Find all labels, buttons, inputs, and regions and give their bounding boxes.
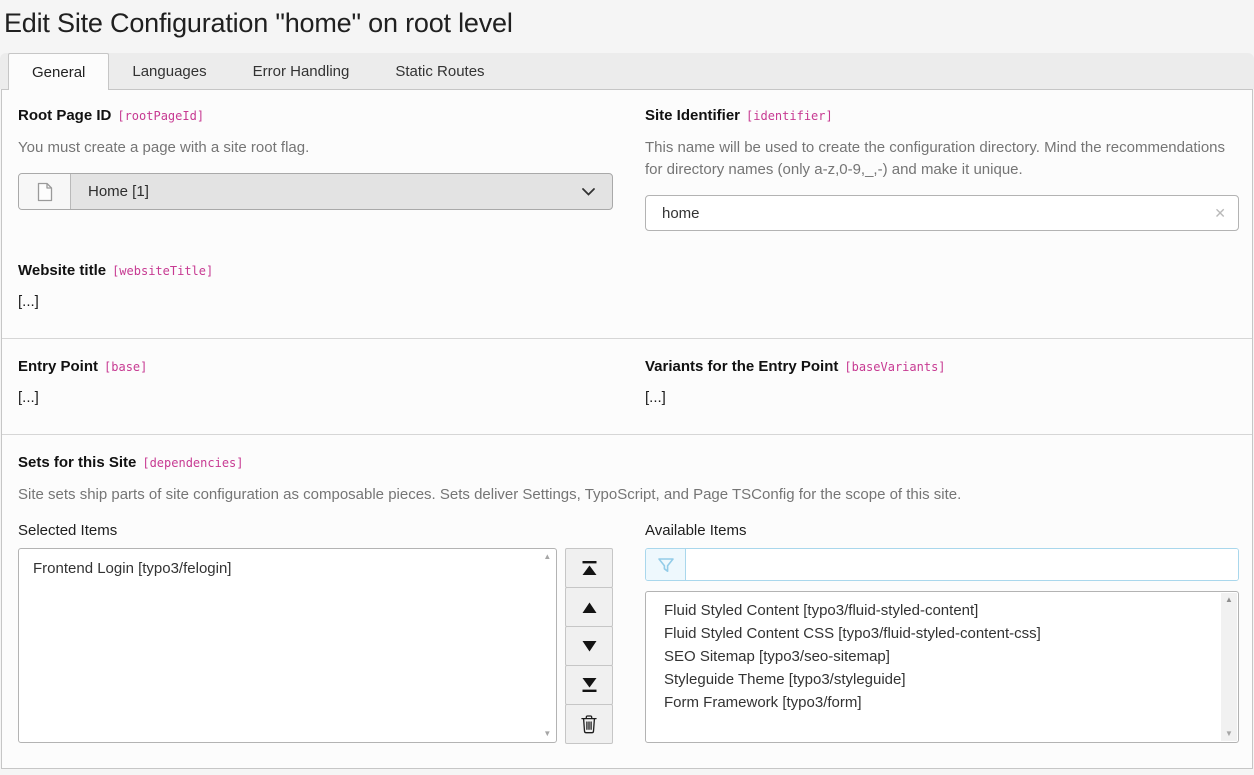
filter-funnel-icon <box>656 555 676 575</box>
selected-items-heading: Selected Items <box>18 520 613 542</box>
move-to-bottom-icon <box>582 677 597 693</box>
selected-item[interactable]: Frontend Login [typo3/felogin] <box>19 557 526 580</box>
entry-point-variants-label-text: Variants for the Entry Point <box>645 358 838 375</box>
tab-languages[interactable]: Languages <box>109 53 229 89</box>
website-title-label-text: Website title <box>18 262 106 279</box>
root-page-id-value-text: Home [1] <box>88 183 149 200</box>
move-up-button[interactable] <box>565 587 613 627</box>
filter-icon-box <box>646 549 686 580</box>
available-item[interactable]: Form Framework [typo3/form] <box>646 691 1208 714</box>
website-title-label: Website title [websiteTitle] <box>18 261 613 281</box>
website-title-group: Website title [websiteTitle] [...] <box>2 261 629 310</box>
site-identifier-group: Site Identifier [identifier] This name wi… <box>629 106 1254 231</box>
page-icon <box>37 182 53 202</box>
available-items-listbox[interactable]: Fluid Styled Content [typo3/fluid-styled… <box>645 591 1239 743</box>
chevron-down-icon <box>581 187 596 197</box>
root-page-id-select[interactable]: Home [1] <box>18 173 613 210</box>
entry-point-variants-key: [baseVariants] <box>844 360 945 374</box>
root-page-id-group: Root Page ID [rootPageId] You must create… <box>2 106 629 231</box>
page-title: Edit Site Configuration "home" on root l… <box>4 6 1254 40</box>
general-tab-panel: Root Page ID [rootPageId] You must create… <box>1 89 1253 769</box>
tab-static-routes[interactable]: Static Routes <box>372 53 507 89</box>
entry-point-group: Entry Point [base] [...] <box>2 357 629 406</box>
site-identifier-label: Site Identifier [identifier] <box>645 106 1239 126</box>
root-page-id-selected-value: Home [1] <box>71 174 612 209</box>
entry-point-variants-collapsed-value[interactable]: [...] <box>645 389 666 406</box>
move-up-icon <box>582 601 597 614</box>
site-identifier-input[interactable] <box>645 195 1239 231</box>
tab-error-handling[interactable]: Error Handling <box>230 53 373 89</box>
site-identifier-input-wrap: ✕ <box>645 195 1239 231</box>
move-down-button[interactable] <box>565 626 613 666</box>
sets-header: Sets for this Site [dependencies] Site se… <box>2 453 1252 506</box>
selected-items-scrollbar[interactable]: ▲ ▼ <box>539 550 555 741</box>
scroll-down-icon[interactable]: ▼ <box>1225 730 1233 738</box>
tab-general[interactable]: General <box>8 53 109 90</box>
available-item[interactable]: Fluid Styled Content CSS [typo3/fluid-st… <box>646 622 1208 645</box>
available-items-scrollbar[interactable]: ▲ ▼ <box>1221 593 1237 741</box>
entry-point-label-text: Entry Point <box>18 358 98 375</box>
site-identifier-label-text: Site Identifier <box>645 107 740 124</box>
available-item[interactable]: Fluid Styled Content [typo3/fluid-styled… <box>646 599 1208 622</box>
available-item[interactable]: SEO Sitemap [typo3/seo-sitemap] <box>646 645 1208 668</box>
root-page-id-description: You must create a page with a site root … <box>18 137 613 159</box>
sets-label: Sets for this Site [dependencies] <box>18 453 1236 473</box>
entry-point-variants-label: Variants for the Entry Point [baseVariant… <box>645 357 1236 377</box>
root-page-id-label-text: Root Page ID <box>18 107 111 124</box>
clear-icon[interactable]: ✕ <box>1214 204 1226 222</box>
remove-item-button[interactable] <box>565 704 613 744</box>
move-to-top-button[interactable] <box>565 548 613 588</box>
tab-bar: General Languages Error Handling Static … <box>0 53 1254 89</box>
available-items-filter-input[interactable] <box>686 549 1238 580</box>
entry-point-collapsed-value[interactable]: [...] <box>18 389 39 406</box>
page-icon-box <box>19 174 71 209</box>
selected-items-listbox[interactable]: Frontend Login [typo3/felogin] ▲ ▼ <box>18 548 557 743</box>
sets-label-text: Sets for this Site <box>18 454 136 471</box>
move-to-top-icon <box>582 560 597 576</box>
website-title-key: [websiteTitle] <box>112 264 213 278</box>
entry-point-variants-group: Variants for the Entry Point [baseVariant… <box>629 357 1252 406</box>
entry-point-label: Entry Point [base] <box>18 357 613 377</box>
entry-point-key: [base] <box>104 360 147 374</box>
trash-icon <box>580 714 598 734</box>
scroll-up-icon[interactable]: ▲ <box>543 553 551 561</box>
root-page-id-label: Root Page ID [rootPageId] <box>18 106 613 126</box>
site-identifier-key: [identifier] <box>746 109 833 123</box>
available-items-filter <box>645 548 1239 581</box>
sets-key: [dependencies] <box>142 456 243 470</box>
section-entry-point: Entry Point [base] [...] Variants for the… <box>2 339 1252 435</box>
section-sets: Sets for this Site [dependencies] Site se… <box>2 435 1252 768</box>
root-page-id-key: [rootPageId] <box>117 109 204 123</box>
move-down-icon <box>582 640 597 653</box>
selected-items-controls <box>565 548 613 744</box>
section-root-and-identifier: Root Page ID [rootPageId] You must create… <box>2 90 1252 339</box>
scroll-up-icon[interactable]: ▲ <box>1225 596 1233 604</box>
website-title-collapsed-value[interactable]: [...] <box>18 293 39 310</box>
selected-items-column: Selected Items Frontend Login [typo3/fel… <box>2 506 629 744</box>
move-to-bottom-button[interactable] <box>565 665 613 705</box>
available-items-column: Available Items Fluid Styled Content [ty… <box>629 506 1254 744</box>
scroll-down-icon[interactable]: ▼ <box>543 730 551 738</box>
site-identifier-description: This name will be used to create the con… <box>645 137 1239 181</box>
available-item[interactable]: Styleguide Theme [typo3/styleguide] <box>646 668 1208 691</box>
sets-description: Site sets ship parts of site configurati… <box>18 484 1236 506</box>
available-items-heading: Available Items <box>645 520 1239 542</box>
